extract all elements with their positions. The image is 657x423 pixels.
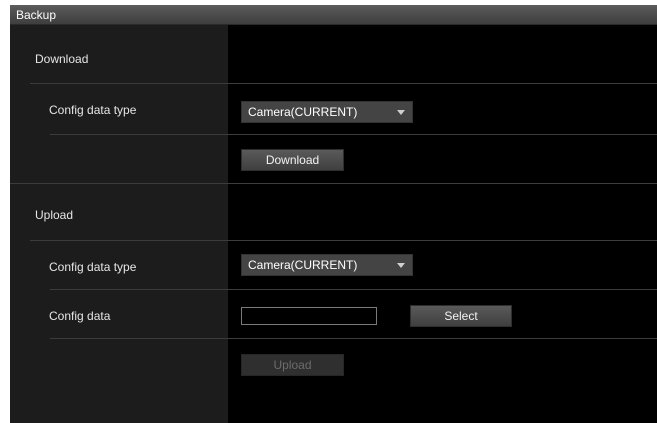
divider	[30, 83, 657, 84]
upload-config-type-label: Config data type	[49, 260, 137, 274]
config-data-file-field[interactable]	[241, 307, 377, 325]
upload-config-type-value: Camera(CURRENT)	[248, 258, 358, 272]
upload-section-label: Upload	[35, 208, 74, 222]
backup-panel: Backup Download Config data type Camera(…	[10, 5, 657, 423]
download-config-type-label: Config data type	[49, 103, 137, 117]
dropdown-arrow-icon	[397, 110, 405, 115]
divider	[50, 289, 657, 290]
download-config-type-select[interactable]: Camera(CURRENT)	[241, 101, 413, 123]
dropdown-arrow-icon	[397, 263, 405, 268]
upload-button[interactable]: Upload	[241, 354, 344, 376]
label-column	[10, 25, 228, 423]
download-button[interactable]: Download	[241, 149, 344, 171]
download-section-label: Download	[35, 52, 89, 66]
upload-config-type-select[interactable]: Camera(CURRENT)	[241, 254, 413, 276]
divider	[50, 338, 657, 339]
divider	[10, 183, 657, 184]
select-file-button[interactable]: Select	[410, 305, 512, 327]
config-data-label: Config data	[49, 309, 111, 323]
download-config-type-value: Camera(CURRENT)	[248, 105, 358, 119]
panel-title: Backup	[10, 5, 657, 25]
divider	[30, 240, 657, 241]
divider	[50, 134, 657, 135]
